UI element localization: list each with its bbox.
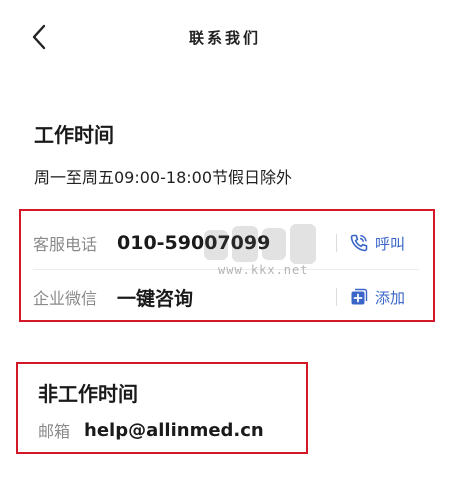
watermark-text: www.kkx.net: [218, 263, 309, 277]
off-hours-box: 非工作时间 邮箱 help@allinmed.cn: [16, 362, 308, 454]
email-address[interactable]: help@allinmed.cn: [84, 420, 264, 441]
phone-icon: [349, 233, 369, 253]
work-hours-description: 周一至周五09:00-18:00节假日除外: [34, 168, 292, 187]
add-square-icon: [349, 287, 369, 307]
off-hours-title: 非工作时间: [38, 382, 138, 406]
wechat-label: 企业微信: [33, 289, 98, 308]
email-row: 邮箱 help@allinmed.cn: [38, 418, 264, 442]
phone-label: 客服电话: [33, 235, 98, 254]
page-title: 联系我们: [188, 29, 261, 47]
call-label: 呼叫: [375, 234, 406, 253]
add-label: 添加: [375, 288, 406, 307]
work-hours-title: 工作时间: [34, 123, 114, 147]
top-bar: 联系我们: [0, 0, 450, 78]
phone-number[interactable]: 010-59007099: [117, 232, 336, 254]
wechat-row: 企业微信 一键咨询 添加: [33, 271, 419, 323]
email-label: 邮箱: [38, 422, 71, 441]
add-button[interactable]: 添加: [336, 287, 419, 307]
wechat-consult[interactable]: 一键咨询: [117, 284, 336, 311]
call-button[interactable]: 呼叫: [336, 233, 419, 253]
